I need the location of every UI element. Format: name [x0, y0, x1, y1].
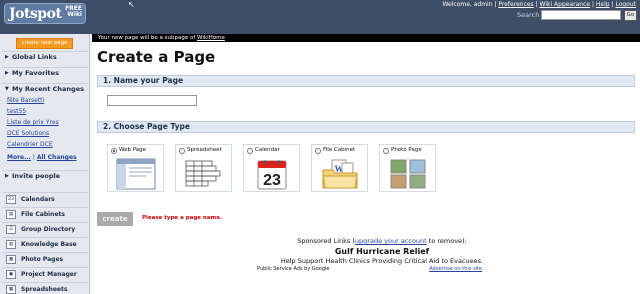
sponsored-links: Sponsored Links (upgrade your account to… [232, 237, 532, 274]
wiki-appearance-link[interactable]: Wiki Appearance [540, 1, 591, 8]
page-name-input[interactable] [107, 95, 197, 106]
spreadsheet-icon [185, 160, 221, 187]
spreadsheet-icon: ▦ [6, 285, 16, 294]
photo-icon: ▦ [6, 255, 16, 264]
help-link[interactable]: Help [596, 1, 610, 8]
sidebar-tool-knowledge-base[interactable]: ▥ Knowledge Base [2, 237, 88, 251]
recent-change-link[interactable]: Liste de prix Yres [7, 119, 59, 126]
subpage-notice: Your new page will be a subpage of WikiH… [92, 34, 640, 42]
page-type-spreadsheet[interactable]: Spreadsheet [175, 144, 232, 192]
sponsored-label: Sponsored Links (upgrade your account to… [297, 237, 467, 245]
calendar-icon: 23 [6, 195, 16, 204]
sidebar-tool-group-directory[interactable]: ☰ Group Directory [2, 222, 88, 236]
recent-change-link[interactable]: test55 [7, 108, 26, 115]
welcome-text: Welcome, admin | [442, 1, 497, 8]
logo-text: Jotspot [9, 6, 62, 22]
upgrade-account-link[interactable]: upgrade your account [355, 237, 427, 245]
sidebar: create new page ▶ Global Links ▶ My Favo… [0, 34, 90, 294]
section-name-your-page: 1. Name your Page [97, 75, 635, 87]
sidebar-tool-project-manager[interactable]: ▣ Project Manager [2, 267, 88, 281]
radio-button[interactable] [315, 148, 321, 154]
radio-button[interactable] [247, 148, 253, 154]
create-new-page-button[interactable]: create new page [16, 38, 73, 49]
triangle-right-icon: ▶ [5, 54, 9, 60]
search-input[interactable] [541, 10, 621, 20]
page-title: Create a Page [97, 48, 216, 66]
user-links: Welcome, admin | Preferences | Wiki Appe… [442, 1, 636, 8]
web-page-icon [116, 158, 156, 190]
knowledge-base-icon: ▥ [6, 240, 16, 249]
logout-link[interactable]: Logout [615, 1, 636, 8]
logo-badge: FREE Wiki [65, 5, 82, 18]
radio-button[interactable] [383, 148, 389, 154]
sidebar-my-recent-changes[interactable]: ▼ My Recent Changes [2, 83, 88, 94]
search-go-button[interactable]: Go [624, 10, 637, 21]
ads-by-google[interactable]: Public Service Ads by Google [257, 266, 330, 272]
page-type-photo-page[interactable]: Photo Page [379, 144, 436, 192]
photo-page-icon [390, 159, 426, 189]
page-type-calendar[interactable]: Calendar 23 [243, 144, 300, 192]
sidebar-invite-people[interactable]: ▶ Invite people [2, 170, 88, 181]
project-manager-icon: ▣ [6, 270, 16, 279]
advertise-link[interactable]: Advertise on this site [429, 266, 482, 272]
triangle-right-icon: ▶ [5, 173, 9, 179]
calendar-day-number: 23 [263, 172, 281, 189]
sidebar-tool-file-cabinets[interactable]: ▤ File Cabinets [2, 207, 88, 221]
group-directory-icon: ☰ [6, 225, 16, 234]
more-link[interactable]: More... [7, 154, 31, 161]
calendar-icon: 23 [257, 160, 287, 190]
sidebar-tool-spreadsheets[interactable]: ▦ Spreadsheets [2, 282, 88, 294]
mouse-cursor-icon: ↖ [128, 0, 135, 9]
create-button[interactable]: create [97, 212, 133, 226]
search-label: Search [517, 11, 540, 19]
top-header: Jotspot FREE Wiki ↖ Welcome, admin | Pref… [0, 0, 640, 34]
preferences-link[interactable]: Preferences [498, 1, 533, 8]
section-choose-page-type: 2. Choose Page Type [97, 121, 635, 133]
triangle-down-icon: ▼ [5, 86, 9, 92]
error-message: Please type a page name. [142, 215, 223, 221]
page-type-file-cabinet[interactable]: File Cabinet W [311, 144, 368, 192]
radio-button[interactable] [111, 148, 117, 154]
recent-change-link[interactable]: DCE Solutions [7, 130, 49, 137]
triangle-right-icon: ▶ [5, 70, 9, 76]
file-cabinet-icon: ▤ [6, 210, 16, 219]
sidebar-global-links[interactable]: ▶ Global Links [2, 51, 88, 62]
ad-description: Help Support Health Clinics Providing Cr… [280, 257, 484, 265]
wikihome-link[interactable]: WikiHome [197, 35, 225, 41]
ad-title-link[interactable]: Gulf Hurricane Relief [232, 247, 532, 256]
page-type-web-page[interactable]: Web Page [107, 144, 164, 192]
sidebar-my-favorites[interactable]: ▶ My Favorites [2, 67, 88, 78]
all-changes-link[interactable]: All Changes [37, 154, 77, 161]
jotspot-logo[interactable]: Jotspot FREE Wiki [4, 3, 86, 24]
main-content: Your new page will be a subpage of WikiH… [92, 34, 640, 294]
ad-footer: Public Service Ads by Google Advertise o… [232, 266, 532, 274]
recent-change-link[interactable]: fête Barsetti [7, 97, 44, 104]
sidebar-tool-photo-pages[interactable]: ▦ Photo Pages [2, 252, 88, 266]
recent-change-link[interactable]: Calendrier DCE [7, 141, 53, 148]
radio-button[interactable] [179, 148, 185, 154]
file-cabinet-icon: W [322, 159, 358, 189]
more-changes-row: More... | All Changes [7, 154, 77, 161]
sidebar-tool-calendars[interactable]: 23 Calendars [2, 192, 88, 206]
